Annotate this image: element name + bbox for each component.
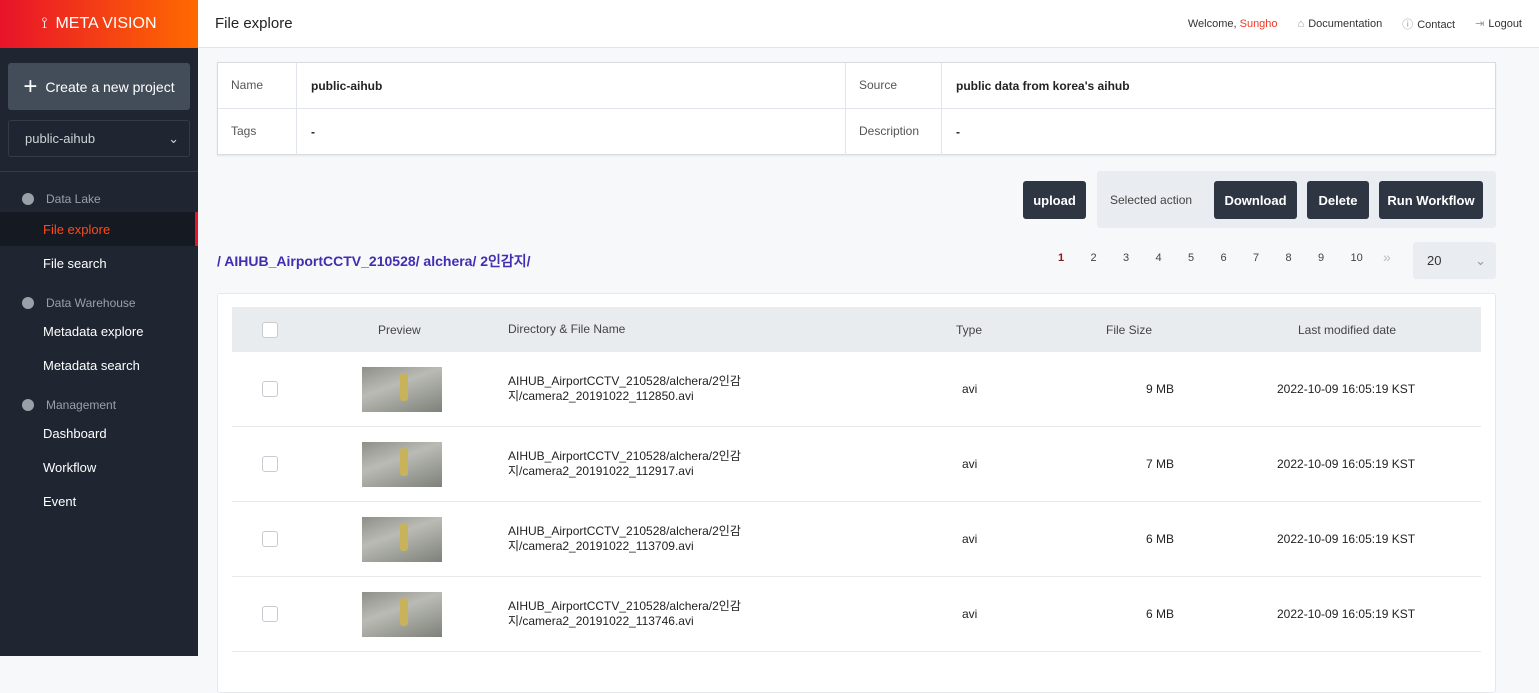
description-label: Description	[846, 109, 942, 155]
section-icon	[22, 399, 34, 411]
logout-icon: ⇥	[1475, 18, 1485, 30]
home-icon: ⌂	[1297, 17, 1305, 30]
modified-date: 2022-10-09 16:05:19 KST	[1277, 382, 1416, 396]
table-row[interactable]: AIHUB_AirportCCTV_210528/alchera/2인감지/ca…	[232, 577, 1481, 652]
page-link[interactable]: 7	[1247, 252, 1280, 265]
source-value: public data from korea's aihub	[956, 79, 1130, 93]
documentation-link[interactable]: ⌂ Documentation	[1298, 18, 1383, 30]
preview-thumbnail[interactable]	[362, 591, 442, 637]
user-name: Sungho	[1239, 17, 1278, 30]
preview-thumbnail[interactable]	[362, 516, 442, 562]
create-project-button[interactable]: + Create a new project	[8, 63, 190, 110]
name-label: Name	[218, 63, 297, 108]
page-link[interactable]: 10	[1345, 252, 1378, 265]
nav-section: Data Lake	[0, 188, 198, 210]
chevron-down-icon: ⌄	[1475, 252, 1486, 268]
file-name[interactable]: AIHUB_AirportCCTV_210528/alchera/2인감지/ca…	[508, 599, 908, 629]
col-name: Directory & File Name	[508, 322, 626, 336]
tags-value: -	[297, 109, 846, 155]
preview-thumbnail[interactable]	[362, 441, 442, 487]
project-info-table: Name public-aihub Source public data from k…	[217, 62, 1496, 155]
logo[interactable]: ⟟ META VISION	[0, 0, 198, 48]
table-row[interactable]: AIHUB_AirportCCTV_210528/alchera/2인감지/ca…	[232, 502, 1481, 577]
chevron-down-icon: ⌄	[168, 130, 179, 146]
section-icon	[22, 297, 34, 309]
sidebar-item[interactable]: Metadata search	[0, 348, 198, 382]
pagination: 1 2 3 4 5 6 7 8 9 10»	[1052, 249, 1410, 265]
page-link[interactable]: 6	[1215, 252, 1248, 265]
row-checkbox[interactable]	[262, 531, 278, 547]
selected-action-label: Selected action	[1110, 193, 1193, 207]
source-label: Source	[846, 63, 942, 108]
file-table: Preview Directory & File Name Type File …	[217, 293, 1496, 693]
next-pages-icon[interactable]: »	[1377, 249, 1410, 265]
page-link[interactable]: 5	[1182, 252, 1215, 265]
table-row[interactable]: AIHUB_AirportCCTV_210528/alchera/2인감지/ca…	[232, 352, 1481, 427]
header: File explore Welcome, Sungho ⌂ Documentat…	[198, 0, 1539, 48]
row-checkbox[interactable]	[262, 606, 278, 622]
modified-date: 2022-10-09 16:05:19 KST	[1277, 607, 1416, 621]
divider	[0, 171, 198, 172]
section-icon	[22, 193, 34, 205]
nav-section: Data Warehouse	[0, 292, 198, 314]
contact-link[interactable]: ⓘ Contact	[1402, 16, 1455, 32]
page-link[interactable]: 4	[1150, 252, 1183, 265]
sidebar-item[interactable]: Metadata explore	[0, 314, 198, 348]
sidebar: ⟟ META VISION + Create a new project publi…	[0, 0, 198, 656]
page-link[interactable]: 9	[1312, 252, 1345, 265]
file-size: 9 MB	[1145, 382, 1174, 396]
sidebar-item[interactable]: File search	[0, 246, 198, 280]
table-row[interactable]: AIHUB_AirportCCTV_210528/alchera/2인감지/ca…	[232, 427, 1481, 502]
name-value: public-aihub	[297, 63, 846, 108]
modified-date: 2022-10-09 16:05:19 KST	[1277, 457, 1416, 471]
page-link[interactable]: 2	[1085, 252, 1118, 265]
file-size: 6 MB	[1145, 532, 1174, 546]
select-all-checkbox[interactable]	[262, 321, 278, 338]
project-select[interactable]: public-aihub ⌄	[8, 120, 190, 157]
page-link[interactable]: 8	[1280, 252, 1313, 265]
breadcrumb[interactable]: / AIHUB_AirportCCTV_210528/ alchera/ 2인감…	[217, 251, 531, 271]
description-value: -	[956, 125, 960, 139]
file-name[interactable]: AIHUB_AirportCCTV_210528/alchera/2인감지/ca…	[508, 374, 908, 404]
run-workflow-button[interactable]: Run Workflow	[1379, 181, 1483, 219]
nav-section: Management	[0, 394, 198, 416]
modified-date: 2022-10-09 16:05:19 KST	[1277, 532, 1416, 546]
sidebar-item[interactable]: Workflow	[0, 450, 198, 484]
file-size: 6 MB	[1145, 607, 1174, 621]
file-type: avi	[962, 607, 978, 621]
file-type: avi	[962, 382, 978, 396]
row-checkbox[interactable]	[262, 456, 278, 472]
col-date: Last modified date	[1298, 322, 1397, 337]
page-title: File explore	[215, 15, 293, 32]
plus-icon: +	[23, 72, 38, 100]
sidebar-item[interactable]: File explore	[0, 212, 198, 246]
file-size: 7 MB	[1145, 457, 1174, 471]
welcome: Welcome, Sungho	[1187, 17, 1278, 30]
page-link[interactable]: 3	[1117, 252, 1150, 265]
logout-link[interactable]: ⇥ Logout	[1475, 17, 1522, 30]
upload-button[interactable]: upload	[1023, 181, 1086, 219]
tags-label: Tags	[218, 109, 297, 155]
page-size-select[interactable]: 20 ⌄	[1413, 242, 1496, 279]
page-link[interactable]: 1	[1052, 252, 1085, 265]
file-name[interactable]: AIHUB_AirportCCTV_210528/alchera/2인감지/ca…	[508, 524, 908, 554]
download-button[interactable]: Download	[1214, 181, 1297, 219]
file-type: avi	[962, 457, 978, 471]
brand-icon: ⟟	[41, 15, 48, 32]
preview-thumbnail[interactable]	[362, 366, 442, 412]
file-type: avi	[962, 532, 978, 546]
col-preview: Preview	[378, 322, 421, 337]
table-header: Preview Directory & File Name Type File …	[232, 307, 1481, 352]
col-type: Type	[956, 322, 983, 337]
row-checkbox[interactable]	[262, 381, 278, 397]
info-icon: ⓘ	[1402, 18, 1414, 31]
sidebar-item[interactable]: Dashboard	[0, 416, 198, 450]
sidebar-item[interactable]: Event	[0, 484, 198, 518]
delete-button[interactable]: Delete	[1307, 181, 1369, 219]
file-name[interactable]: AIHUB_AirportCCTV_210528/alchera/2인감지/ca…	[508, 449, 908, 479]
col-size: File Size	[1105, 322, 1152, 337]
